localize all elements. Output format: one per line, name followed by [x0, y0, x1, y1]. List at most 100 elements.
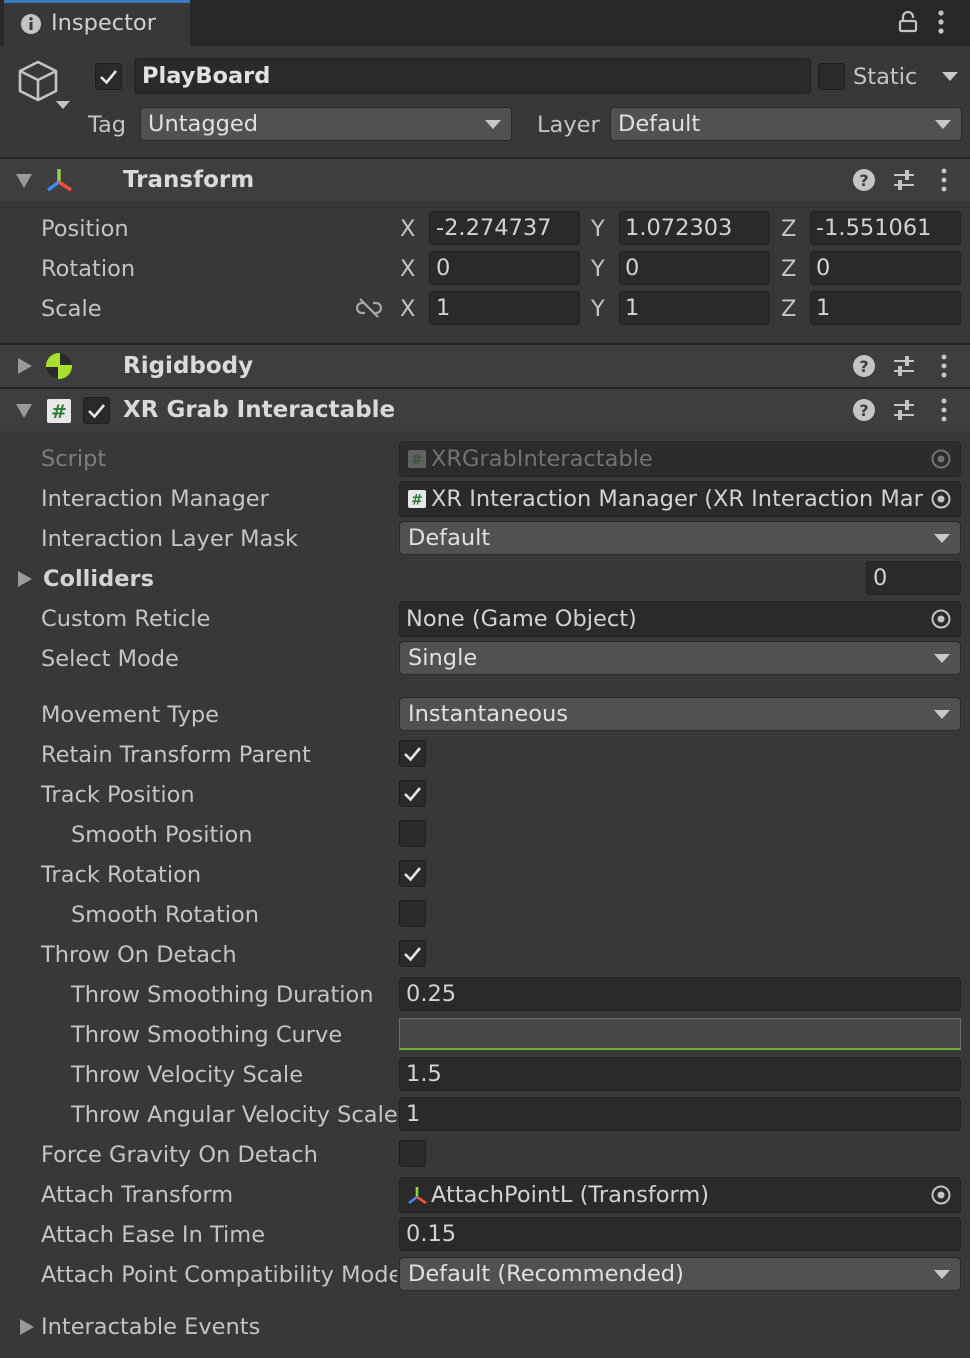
position-z-field[interactable]: -1.551061: [810, 211, 961, 245]
presets-sliders-icon[interactable]: [892, 168, 916, 192]
retain-transform-parent-checkbox[interactable]: [399, 740, 426, 767]
rotation-y-field[interactable]: 0: [619, 251, 770, 285]
svg-text:?: ?: [859, 401, 868, 420]
throw-on-detach-label: Throw On Detach: [41, 942, 237, 968]
help-icon[interactable]: ?: [852, 398, 876, 422]
custom-reticle-value: None (Game Object): [406, 606, 637, 632]
tag-dropdown[interactable]: Untagged: [140, 107, 512, 141]
scale-z-field[interactable]: 1: [810, 291, 961, 325]
position-y-axis-label: Y: [591, 216, 605, 242]
kebab-menu-icon[interactable]: [937, 166, 951, 194]
csharp-script-icon: #: [408, 450, 426, 468]
unlinked-scale-icon[interactable]: [356, 297, 382, 319]
gameobject-name: PlayBoard: [142, 63, 271, 89]
throw-on-detach-checkbox[interactable]: [399, 940, 426, 967]
foldout-collapsed-icon[interactable]: [18, 358, 32, 374]
scale-x-axis-label: X: [400, 296, 416, 322]
throw-smoothing-duration-field[interactable]: 0.25: [399, 977, 961, 1011]
script-value: XRGrabInteractable: [431, 446, 653, 472]
scale-x-field[interactable]: 1: [429, 291, 580, 325]
colliders-size-field[interactable]: 0: [866, 561, 961, 595]
interaction-layer-mask-value: Default: [408, 525, 491, 551]
tab-title: Inspector: [51, 10, 156, 36]
track-position-checkbox[interactable]: [399, 780, 426, 807]
gameobject-active-checkbox[interactable]: [95, 63, 122, 90]
checkmark-icon: [404, 947, 422, 962]
track-rotation-checkbox[interactable]: [399, 860, 426, 887]
presets-sliders-icon[interactable]: [892, 354, 916, 378]
gameobject-name-field[interactable]: PlayBoard: [134, 58, 811, 94]
throw-velocity-scale-field[interactable]: 1.5: [399, 1057, 961, 1091]
smooth-position-checkbox[interactable]: [399, 820, 426, 847]
lock-icon[interactable]: [897, 10, 919, 34]
tab-inspector[interactable]: Inspector: [4, 0, 190, 46]
colliders-foldout-icon[interactable]: [18, 571, 32, 587]
force-gravity-on-detach-checkbox[interactable]: [399, 1140, 426, 1167]
xr-grab-interactable-header[interactable]: # XR Grab Interactable ?: [0, 389, 970, 431]
help-icon[interactable]: ?: [852, 354, 876, 378]
foldout-expanded-icon[interactable]: [16, 404, 32, 418]
custom-reticle-field[interactable]: None (Game Object): [399, 601, 961, 637]
kebab-menu-icon[interactable]: [934, 8, 948, 36]
checkmark-icon: [404, 747, 422, 762]
position-x-value: -2.274737: [436, 215, 552, 241]
layer-value: Default: [618, 111, 701, 137]
transform-axes-icon: [408, 1187, 427, 1205]
object-picker-icon[interactable]: [931, 489, 951, 509]
rigidbody-icon: [46, 353, 72, 379]
smooth-rotation-label: Smooth Rotation: [71, 902, 260, 928]
layer-dropdown[interactable]: Default: [610, 107, 962, 141]
svg-text:#: #: [411, 453, 423, 469]
help-icon[interactable]: ?: [852, 168, 876, 192]
transform-axes-icon: [46, 169, 72, 192]
attach-transform-field[interactable]: AttachPointL (Transform): [399, 1177, 961, 1213]
xr-grab-enabled-checkbox[interactable]: [83, 397, 110, 424]
rigidbody-title: Rigidbody: [123, 353, 254, 379]
interactable-events-label[interactable]: Interactable Events: [41, 1312, 260, 1342]
rigidbody-header[interactable]: Rigidbody ?: [0, 345, 970, 387]
throw-angular-velocity-scale-field[interactable]: 1: [399, 1097, 961, 1131]
colliders-label[interactable]: Colliders: [43, 564, 154, 594]
interactable-events-foldout-icon[interactable]: [20, 1319, 34, 1335]
select-mode-label: Select Mode: [41, 646, 179, 672]
static-checkbox[interactable]: [818, 63, 845, 90]
attach-point-compatibility-mode-dropdown[interactable]: Default (Recommended): [399, 1257, 961, 1291]
layer-label: Layer: [537, 112, 600, 138]
attach-transform-label: Attach Transform: [41, 1182, 234, 1208]
kebab-menu-icon[interactable]: [937, 352, 951, 380]
interaction-layer-mask-dropdown[interactable]: Default: [399, 521, 961, 555]
svg-text:?: ?: [859, 171, 868, 190]
track-position-label: Track Position: [41, 782, 195, 808]
interaction-layer-mask-label: Interaction Layer Mask: [41, 526, 299, 552]
static-label: Static: [853, 64, 918, 90]
throw-smoothing-curve-field[interactable]: [399, 1018, 961, 1050]
attach-ease-in-time-value: 0.15: [406, 1221, 457, 1247]
object-picker-icon[interactable]: [931, 1185, 951, 1205]
throw-velocity-scale-value: 1.5: [406, 1061, 442, 1087]
checkmark-icon: [404, 787, 422, 802]
rotation-z-field[interactable]: 0: [810, 251, 961, 285]
chevron-down-icon: [935, 120, 951, 129]
object-picker-icon: [931, 449, 951, 469]
rotation-x-field[interactable]: 0: [429, 251, 580, 285]
smooth-rotation-checkbox[interactable]: [399, 900, 426, 927]
movement-type-dropdown[interactable]: Instantaneous: [399, 697, 961, 731]
scale-y-field[interactable]: 1: [619, 291, 770, 325]
gameobject-cube-icon[interactable]: [14, 58, 74, 114]
attach-ease-in-time-field[interactable]: 0.15: [399, 1217, 961, 1251]
object-picker-icon[interactable]: [931, 609, 951, 629]
attach-point-compatibility-mode-label: Attach Point Compatibility Mode: [41, 1262, 397, 1288]
select-mode-dropdown[interactable]: Single: [399, 641, 961, 675]
rotation-label: Rotation: [41, 256, 136, 282]
kebab-menu-icon[interactable]: [937, 396, 951, 424]
transform-header[interactable]: Transform ?: [0, 159, 970, 201]
colliders-count: 0: [873, 565, 888, 591]
position-x-field[interactable]: -2.274737: [429, 211, 580, 245]
scale-x-value: 1: [436, 295, 451, 321]
static-dropdown-caret[interactable]: [942, 72, 958, 81]
presets-sliders-icon[interactable]: [892, 398, 916, 422]
interaction-manager-field[interactable]: # XR Interaction Manager (XR Interaction…: [399, 481, 961, 517]
foldout-expanded-icon[interactable]: [16, 174, 32, 188]
throw-angular-velocity-scale-label: Throw Angular Velocity Scale: [71, 1102, 397, 1128]
position-y-field[interactable]: 1.072303: [619, 211, 770, 245]
